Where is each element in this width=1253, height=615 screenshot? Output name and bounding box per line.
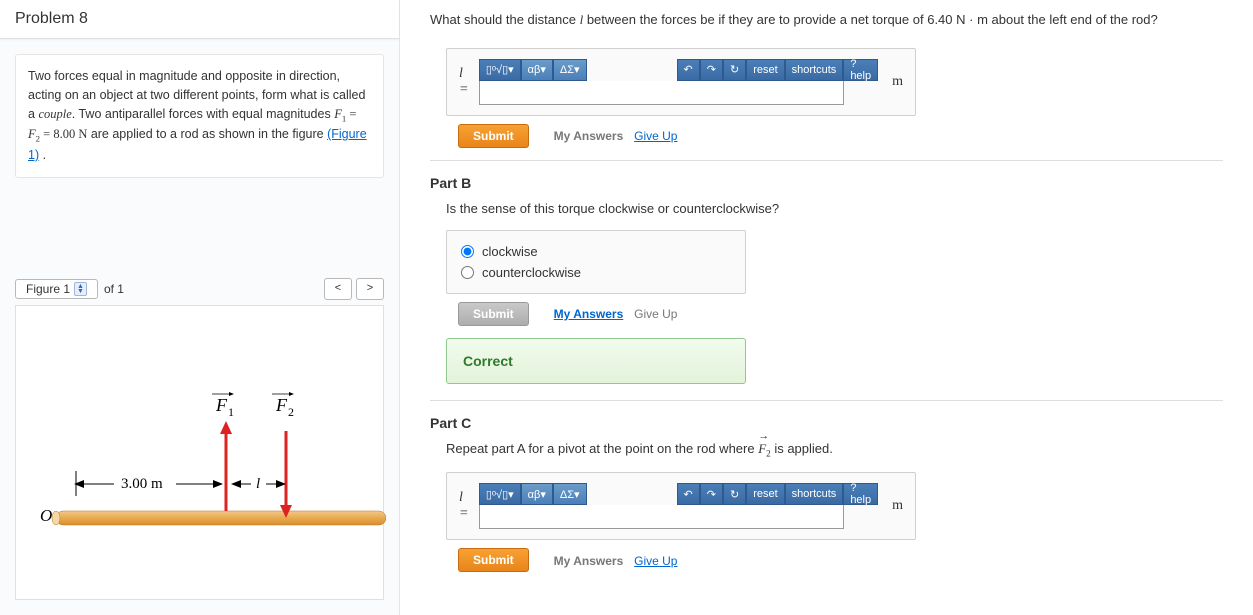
part-c-input[interactable] xyxy=(479,505,844,529)
refresh-button-c[interactable]: ↻ xyxy=(723,483,746,505)
figure-canvas: F 1 F 2 3.00 m l xyxy=(15,305,384,600)
help-button-c[interactable]: ? help xyxy=(843,483,878,505)
part-b-question: Is the sense of this torque clockwise or… xyxy=(446,201,1223,216)
templates-button-c[interactable]: ▯ᵒ√▯▾ xyxy=(479,483,521,505)
updown-icon: ▲▼ xyxy=(74,282,87,296)
part-b-giveup-label: Give Up xyxy=(634,307,677,321)
part-c-var-label: l = xyxy=(459,490,471,522)
choice-clockwise[interactable]: clockwise xyxy=(461,241,731,262)
part-c-toolbar: ▯ᵒ√▯▾ αβ▾ ΔΣ▾ ↶ ↷ ↻ reset shortcuts ? he… xyxy=(479,483,878,505)
figure-prev-button[interactable]: < xyxy=(324,278,352,300)
radio-counterclockwise[interactable] xyxy=(461,266,474,279)
part-c-q2: is applied. xyxy=(771,441,833,456)
reset-button-c[interactable]: reset xyxy=(746,483,784,505)
part-c-giveup-link[interactable]: Give Up xyxy=(634,554,677,568)
svg-text:1: 1 xyxy=(228,405,234,419)
part-a-toolbar: ▯ᵒ√▯▾ αβ▾ ΔΣ▾ ↶ ↷ ↻ reset shortcuts ? he… xyxy=(479,59,878,81)
svg-text:l: l xyxy=(256,476,260,492)
greek-button-c[interactable]: αβ▾ xyxy=(521,483,553,505)
couple-word: couple xyxy=(38,107,71,121)
part-a-answer-panel: l = ▯ᵒ√▯▾ αβ▾ ΔΣ▾ ↶ ↷ ↻ xyxy=(446,48,916,116)
part-c-title: Part C xyxy=(430,415,1223,431)
shortcuts-button-c[interactable]: shortcuts xyxy=(785,483,844,505)
refresh-button[interactable]: ↻ xyxy=(723,59,746,81)
part-c-question: Repeat part A for a pivot at the point o… xyxy=(446,441,1223,459)
part-a-question: What should the distance l between the f… xyxy=(430,10,1223,30)
problem-title: Problem 8 xyxy=(0,0,399,39)
sigma-button-c[interactable]: ΔΣ▾ xyxy=(553,483,587,505)
figure-count: of 1 xyxy=(104,282,124,296)
part-b-feedback-correct: Correct xyxy=(446,338,746,384)
part-a-my-answers-label: My Answers xyxy=(554,129,624,143)
redo-button-c[interactable]: ↷ xyxy=(700,483,723,505)
part-c-my-answers-label: My Answers xyxy=(554,554,624,568)
part-c-q1: Repeat part A for a pivot at the point o… xyxy=(446,441,758,456)
undo-button[interactable]: ↶ xyxy=(677,59,700,81)
part-c-submit-button[interactable]: Submit xyxy=(458,548,529,572)
figure-next-button[interactable]: > xyxy=(356,278,384,300)
svg-text:F: F xyxy=(215,395,228,415)
help-button[interactable]: ? help xyxy=(843,59,878,81)
undo-button-c[interactable]: ↶ xyxy=(677,483,700,505)
choice-clockwise-label: clockwise xyxy=(482,244,538,259)
desc-text-4: . xyxy=(39,148,46,162)
radio-clockwise[interactable] xyxy=(461,245,474,258)
part-c-answer-panel: l = ▯ᵒ√▯▾ αβ▾ ΔΣ▾ ↶ ↷ ↻ xyxy=(446,472,916,540)
part-b-submit-button: Submit xyxy=(458,302,529,326)
part-b-my-answers-link[interactable]: My Answers xyxy=(554,307,624,321)
part-c-f2: F xyxy=(758,441,766,456)
part-b-choices: clockwise counterclockwise xyxy=(446,230,746,294)
reset-button[interactable]: reset xyxy=(746,59,784,81)
redo-button[interactable]: ↷ xyxy=(700,59,723,81)
part-a-input[interactable] xyxy=(479,81,844,105)
templates-button[interactable]: ▯ᵒ√▯▾ xyxy=(479,59,521,81)
part-a-submit-button[interactable]: Submit xyxy=(458,124,529,148)
shortcuts-button[interactable]: shortcuts xyxy=(785,59,844,81)
figure-label: Figure 1 xyxy=(26,282,70,296)
desc-text-3: are applied to a rod as shown in the fig… xyxy=(87,127,327,141)
sigma-button[interactable]: ΔΣ▾ xyxy=(553,59,587,81)
part-a-giveup-link[interactable]: Give Up xyxy=(634,129,677,143)
part-c-unit: m xyxy=(892,498,903,514)
svg-text:3.00 m: 3.00 m xyxy=(121,476,163,492)
figure-selector[interactable]: Figure 1 ▲▼ xyxy=(15,279,98,299)
part-a-var-label: l = xyxy=(459,66,471,98)
desc-text-2: . Two antiparallel forces with equal mag… xyxy=(72,107,334,121)
svg-text:F: F xyxy=(275,395,288,415)
choice-counterclockwise-label: counterclockwise xyxy=(482,265,581,280)
part-a-unit: m xyxy=(892,74,903,90)
problem-description: Two forces equal in magnitude and opposi… xyxy=(15,54,384,178)
svg-text:2: 2 xyxy=(288,405,294,419)
part-b-title: Part B xyxy=(430,175,1223,191)
svg-text:O: O xyxy=(40,506,52,525)
choice-counterclockwise[interactable]: counterclockwise xyxy=(461,262,731,283)
greek-button[interactable]: αβ▾ xyxy=(521,59,553,81)
